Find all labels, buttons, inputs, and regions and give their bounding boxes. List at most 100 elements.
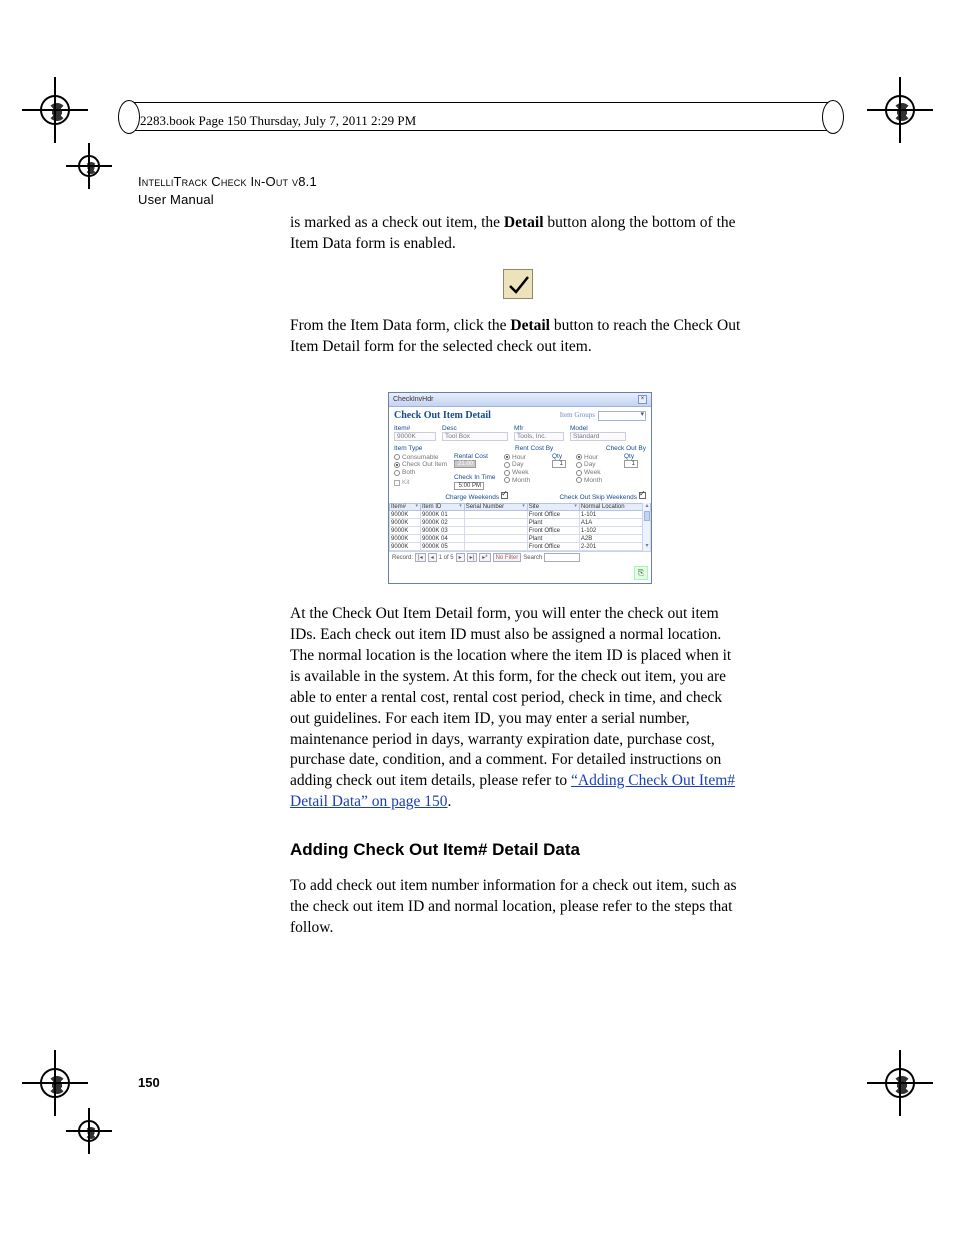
grid-cell[interactable]: 9000K xyxy=(390,511,421,519)
section-heading: Adding Check Out Item# Detail Data xyxy=(290,839,745,862)
grid-header[interactable]: Serial Number▾ xyxy=(464,503,527,511)
close-icon[interactable]: × xyxy=(638,395,647,404)
item-id-grid[interactable]: Item#▾Item ID▾Serial Number▾Site▾Normal … xyxy=(389,503,651,552)
grid-header[interactable]: Item#▾ xyxy=(390,503,421,511)
table-row[interactable]: 9000K9000K 01 Front Office1-101 xyxy=(390,511,651,519)
grid-cell[interactable]: 9000K 05 xyxy=(421,543,465,551)
table-row[interactable]: 9000K9000K 02 PlantA1A xyxy=(390,519,651,527)
grid-cell[interactable]: 9000K 01 xyxy=(421,511,465,519)
nav-nofilter-button[interactable]: No Filter xyxy=(493,553,522,562)
checkoutby-week-radio[interactable]: Week xyxy=(576,469,620,476)
rentby-month-radio[interactable]: Month xyxy=(504,477,548,484)
grid-cell[interactable]: 9000K xyxy=(390,535,421,543)
item-number-label: Item# xyxy=(394,425,436,432)
charge-weekends-checkbox[interactable] xyxy=(501,492,508,499)
item-type-both-radio[interactable]: Both xyxy=(394,469,450,476)
running-head: IntelliTrack Check In-Out v8.1 User Manu… xyxy=(138,173,317,208)
app-window: CheckInvHdr × Check Out Item Detail Item… xyxy=(388,392,652,584)
grid-cell[interactable]: A2B xyxy=(579,535,650,543)
nav-new-button[interactable]: ▸* xyxy=(479,553,490,562)
header-rule-top xyxy=(128,102,834,103)
desc-label: Desc xyxy=(442,425,508,432)
item-groups-combo[interactable] xyxy=(598,411,646,421)
checkin-time-field[interactable]: 5:00 PM xyxy=(454,482,484,490)
item-type-consumable-radio[interactable]: Consumable xyxy=(394,454,450,461)
rent-qty-field[interactable]: 1 xyxy=(552,460,566,468)
grid-cell[interactable]: 2-201 xyxy=(579,543,650,551)
doc-type: User Manual xyxy=(138,192,214,207)
nav-search-label: Search xyxy=(523,555,542,562)
checkout-qty-field[interactable]: 1 xyxy=(624,460,638,468)
grid-cell[interactable]: 9000K xyxy=(390,519,421,527)
body-para-1: is marked as a check out item, the Detai… xyxy=(290,213,745,255)
grid-cell[interactable]: Front Office xyxy=(527,543,579,551)
checkoutby-month-radio[interactable]: Month xyxy=(576,477,620,484)
grid-cell[interactable]: 1-102 xyxy=(579,527,650,535)
body-para-2: From the Item Data form, click the Detai… xyxy=(290,316,745,358)
nav-position: 1 of 5 xyxy=(439,555,454,562)
grid-cell[interactable]: 9000K xyxy=(390,543,421,551)
door-exit-icon: ⎘ xyxy=(638,568,644,577)
rental-cost-label: Rental Cost xyxy=(454,453,500,460)
desc-field[interactable]: Tool Box xyxy=(442,432,508,441)
print-job-header: 2283.book Page 150 Thursday, July 7, 201… xyxy=(140,113,416,129)
window-titlebar[interactable]: CheckInvHdr × xyxy=(389,393,651,407)
binding-hole-left xyxy=(118,100,140,134)
table-row[interactable]: 9000K9000K 04 PlantA2B xyxy=(390,535,651,543)
charge-weekends-label: Charge Weekends xyxy=(445,494,499,501)
rentby-hour-radio[interactable]: Hour xyxy=(504,454,548,461)
nav-last-button[interactable]: ▸| xyxy=(467,553,478,562)
grid-header[interactable]: Item ID▾ xyxy=(421,503,465,511)
check-out-by-label: Check Out By xyxy=(606,445,646,452)
nav-search-input[interactable] xyxy=(544,553,580,562)
grid-cell[interactable]: 1-101 xyxy=(579,511,650,519)
grid-scrollbar[interactable]: ▴▾ xyxy=(642,503,650,551)
table-row[interactable]: 9000K9000K 05 Front Office2-201 xyxy=(390,543,651,551)
body-para-3: At the Check Out Item Detail form, you w… xyxy=(290,604,745,813)
grid-cell[interactable] xyxy=(464,543,527,551)
checkout-skip-weekends-checkbox[interactable] xyxy=(639,492,646,499)
grid-cell[interactable]: 9000K 04 xyxy=(421,535,465,543)
grid-cell[interactable]: Front Office xyxy=(527,511,579,519)
grid-cell[interactable] xyxy=(464,527,527,535)
grid-cell[interactable] xyxy=(464,535,527,543)
model-field[interactable]: Standard xyxy=(570,432,626,441)
grid-cell[interactable]: A1A xyxy=(579,519,650,527)
record-navigator[interactable]: Record: |◂ ◂ 1 of 5 ▸ ▸| ▸* No Filter Se… xyxy=(389,551,651,563)
grid-cell[interactable]: 9000K 02 xyxy=(421,519,465,527)
grid-cell[interactable] xyxy=(464,511,527,519)
mfr-field[interactable]: Tools, Inc. xyxy=(514,432,564,441)
item-groups-label: Item Groups xyxy=(560,412,595,420)
rent-cost-by-label: Rent Cost By xyxy=(515,445,553,452)
checkout-skip-weekends-label: Check Out Skip Weekends xyxy=(559,494,637,501)
checkin-time-label: Check In Time xyxy=(454,474,500,481)
grid-cell[interactable] xyxy=(464,519,527,527)
checkoutby-day-radio[interactable]: Day xyxy=(576,461,620,468)
nav-next-button[interactable]: ▸ xyxy=(456,553,465,562)
checkoutby-hour-radio[interactable]: Hour xyxy=(576,454,620,461)
exit-button[interactable]: ⎘ xyxy=(634,566,648,580)
kit-checkbox[interactable]: Kit xyxy=(394,479,450,486)
nav-first-button[interactable]: |◂ xyxy=(415,553,426,562)
checkout-qty-label: Qty xyxy=(624,453,644,460)
checkmark-icon xyxy=(503,269,533,299)
grid-cell[interactable]: Front Office xyxy=(527,527,579,535)
table-row[interactable]: 9000K9000K 03 Front Office1-102 xyxy=(390,527,651,535)
rentby-week-radio[interactable]: Week xyxy=(504,469,548,476)
grid-cell[interactable]: Plant xyxy=(527,535,579,543)
grid-cell[interactable]: Plant xyxy=(527,519,579,527)
rent-qty-label: Qty xyxy=(552,453,572,460)
nav-prev-button[interactable]: ◂ xyxy=(428,553,437,562)
item-type-label: Item Type xyxy=(394,445,422,452)
grid-header[interactable]: Normal Location xyxy=(579,503,650,511)
rental-cost-field[interactable]: 21.00 xyxy=(454,460,476,468)
grid-cell[interactable]: 9000K 03 xyxy=(421,527,465,535)
model-label: Model xyxy=(570,425,626,432)
grid-cell[interactable]: 9000K xyxy=(390,527,421,535)
grid-header[interactable]: Site▾ xyxy=(527,503,579,511)
rentby-day-radio[interactable]: Day xyxy=(504,461,548,468)
product-name: IntelliTrack Check In-Out v8.1 xyxy=(138,174,317,189)
item-number-field[interactable]: 9000K xyxy=(394,432,436,441)
page-number: 150 xyxy=(138,1075,160,1090)
item-type-checkout-radio[interactable]: Check Out Item xyxy=(394,461,450,468)
